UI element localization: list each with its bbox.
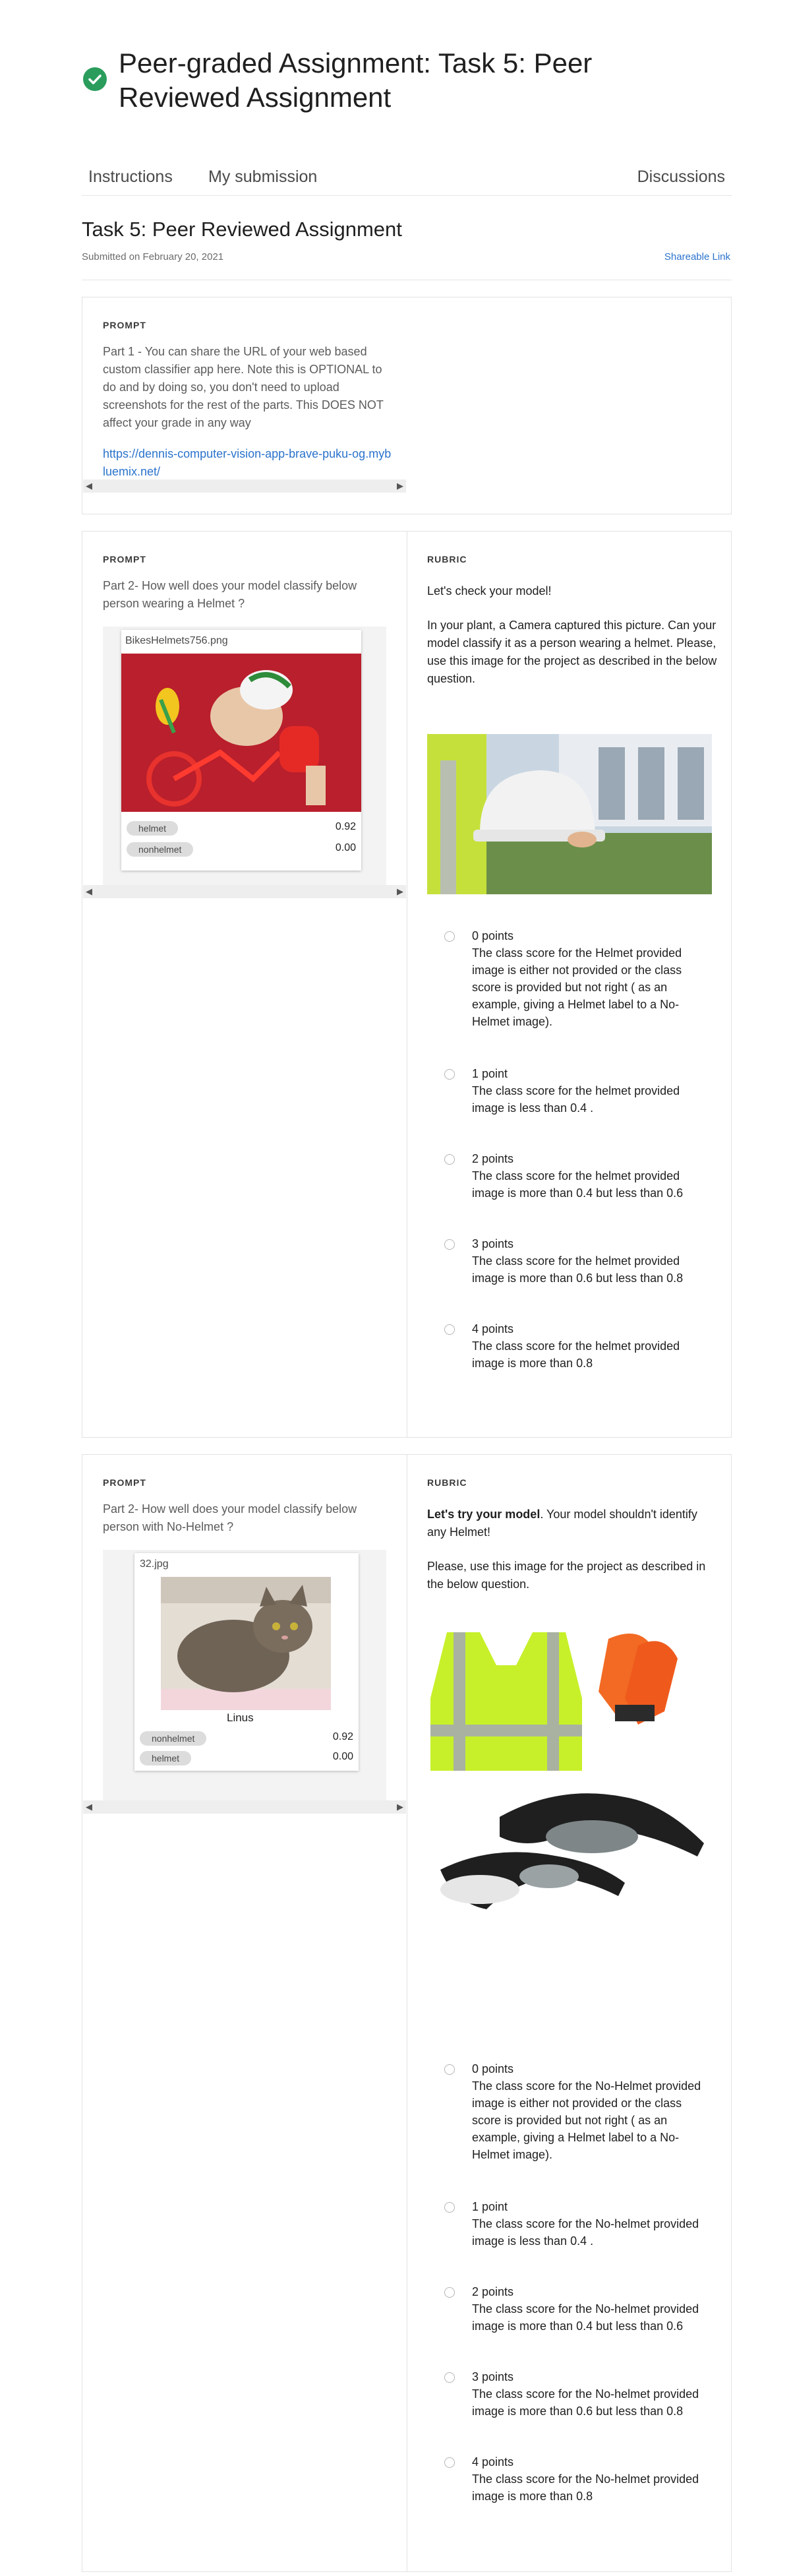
- scroll-left-icon[interactable]: ◀: [86, 886, 92, 897]
- prompt-label: PROMPT: [103, 1477, 146, 1488]
- tab-my-submission[interactable]: My submission: [208, 168, 317, 187]
- rubric-option-points: 1 point: [472, 1067, 508, 1080]
- scroll-left-icon[interactable]: ◀: [86, 1802, 92, 1812]
- scroll-right-icon[interactable]: ▶: [397, 481, 403, 491]
- rubric-option-desc: The class score for the helmet provided …: [472, 1169, 684, 1200]
- rubric-radio-2[interactable]: [444, 2287, 455, 2298]
- rubric-radio-1[interactable]: [444, 2202, 455, 2213]
- rubric-radio-2[interactable]: [444, 1154, 455, 1165]
- result-label: nonhelmet: [127, 842, 194, 857]
- result-score: 0.00: [335, 842, 356, 853]
- rubric-radio-1[interactable]: [444, 1069, 455, 1080]
- result-score: 0.00: [332, 1751, 353, 1762]
- cyclist-image: [121, 654, 361, 812]
- horizontal-scrollbar[interactable]: ◀ ▶: [83, 885, 406, 898]
- rubric-option-desc: The class score for the No-helmet provid…: [472, 2472, 699, 2503]
- prompt-label: PROMPT: [103, 320, 146, 330]
- result-label: nonhelmet: [140, 1731, 207, 1746]
- rubric-option-points: 4 points: [472, 2455, 514, 2469]
- rubric-option-points: 4 points: [472, 1322, 514, 1335]
- rubric-radio-3[interactable]: [444, 1239, 455, 1250]
- rubric-radio-0[interactable]: [444, 2064, 455, 2075]
- rubric-option-desc: The class score for the No-helmet provid…: [472, 2302, 699, 2333]
- tab-instructions[interactable]: Instructions: [88, 168, 173, 187]
- rubric-option-desc: The class score for the No-Helmet provid…: [472, 2079, 701, 2161]
- cat-image: [161, 1577, 331, 1710]
- rubric-option-desc: The class score for the Helmet provided …: [472, 946, 682, 1028]
- assignment-nav: Instructions My submission Discussions: [82, 156, 732, 196]
- submitted-date: Submitted on February 20, 2021: [82, 251, 224, 262]
- image-filename: 32.jpg: [140, 1558, 169, 1570]
- scroll-left-icon[interactable]: ◀: [86, 481, 92, 491]
- prompt-label: PROMPT: [103, 554, 146, 565]
- result-score: 0.92: [332, 1731, 353, 1742]
- classifier-result-widget: 32.jpg Linus nonhelmet 0.92 helmet 0.00: [134, 1553, 359, 1771]
- rubric-option-points: 2 points: [472, 1152, 514, 1165]
- rubric-option-points: 3 points: [472, 1237, 514, 1250]
- rubric-body: In your plant, a Camera captured this pi…: [427, 619, 717, 685]
- classifier-result-widget: BikesHelmets756.png helmet 0.92 nonhelme…: [121, 630, 361, 871]
- rubric-intro-bold: Let's try your model: [427, 1508, 541, 1521]
- image-filename: BikesHelmets756.png: [125, 635, 228, 646]
- rubric-radio-4[interactable]: [444, 2457, 455, 2468]
- rubric-option-desc: The class score for the helmet provided …: [472, 1084, 680, 1115]
- part1-prompt-text: Part 1 - You can share the URL of your w…: [103, 345, 384, 429]
- check-circle-icon: [83, 67, 107, 91]
- scroll-right-icon[interactable]: ▶: [397, 886, 403, 897]
- rubric-radio-4[interactable]: [444, 1324, 455, 1335]
- scroll-right-icon[interactable]: ▶: [397, 1802, 403, 1812]
- horizontal-scrollbar[interactable]: ◀ ▶: [83, 1800, 406, 1814]
- rubric-option-desc: The class score for the helmet provided …: [472, 1254, 684, 1285]
- rubric-radio-3[interactable]: [444, 2372, 455, 2383]
- page-title: Task 5: Peer Reviewed Assignment: [82, 218, 402, 241]
- submission-url-link[interactable]: https://dennis-computer-vision-app-brave…: [103, 445, 393, 481]
- rubric-option-points: 2 points: [472, 2285, 514, 2298]
- rubric-option-points: 1 point: [472, 2200, 508, 2213]
- page-header-title: Peer-graded Assignment: Task 5: Peer Rev…: [119, 47, 593, 113]
- rubric-option-desc: The class score for the No-helmet provid…: [472, 2387, 699, 2418]
- rubric-label: RUBRIC: [427, 1477, 467, 1488]
- rubric-option-points: 3 points: [472, 2370, 514, 2383]
- rubric-option-desc: The class score for the No-helmet provid…: [472, 2217, 699, 2248]
- shareable-link[interactable]: Shareable Link: [664, 251, 730, 262]
- result-label: helmet: [127, 821, 179, 836]
- hardhat-image: [427, 734, 712, 894]
- image-caption: Linus: [227, 1711, 254, 1724]
- rubric-intro: Let's try your model. Your model shouldn…: [427, 1506, 717, 1541]
- rubric-radio-0[interactable]: [444, 931, 455, 942]
- rubric-option-desc: The class score for the helmet provided …: [472, 1339, 680, 1370]
- rubric-label: RUBRIC: [427, 554, 467, 565]
- horizontal-scrollbar[interactable]: ◀ ▶: [83, 479, 406, 493]
- rubric-option-points: 0 points: [472, 929, 514, 942]
- part3-prompt-text: Part 2- How well does your model classif…: [103, 1502, 357, 1533]
- rubric-body: Please, use this image for the project a…: [427, 1560, 706, 1591]
- rubric-option-points: 0 points: [472, 2062, 514, 2075]
- part2-prompt-text: Part 2- How well does your model classif…: [103, 579, 357, 610]
- result-label: helmet: [140, 1751, 192, 1765]
- result-score: 0.92: [335, 821, 356, 832]
- tab-discussions[interactable]: Discussions: [637, 168, 725, 187]
- safety-gear-image: [427, 1619, 712, 1972]
- rubric-intro: Let's check your model!: [427, 584, 552, 598]
